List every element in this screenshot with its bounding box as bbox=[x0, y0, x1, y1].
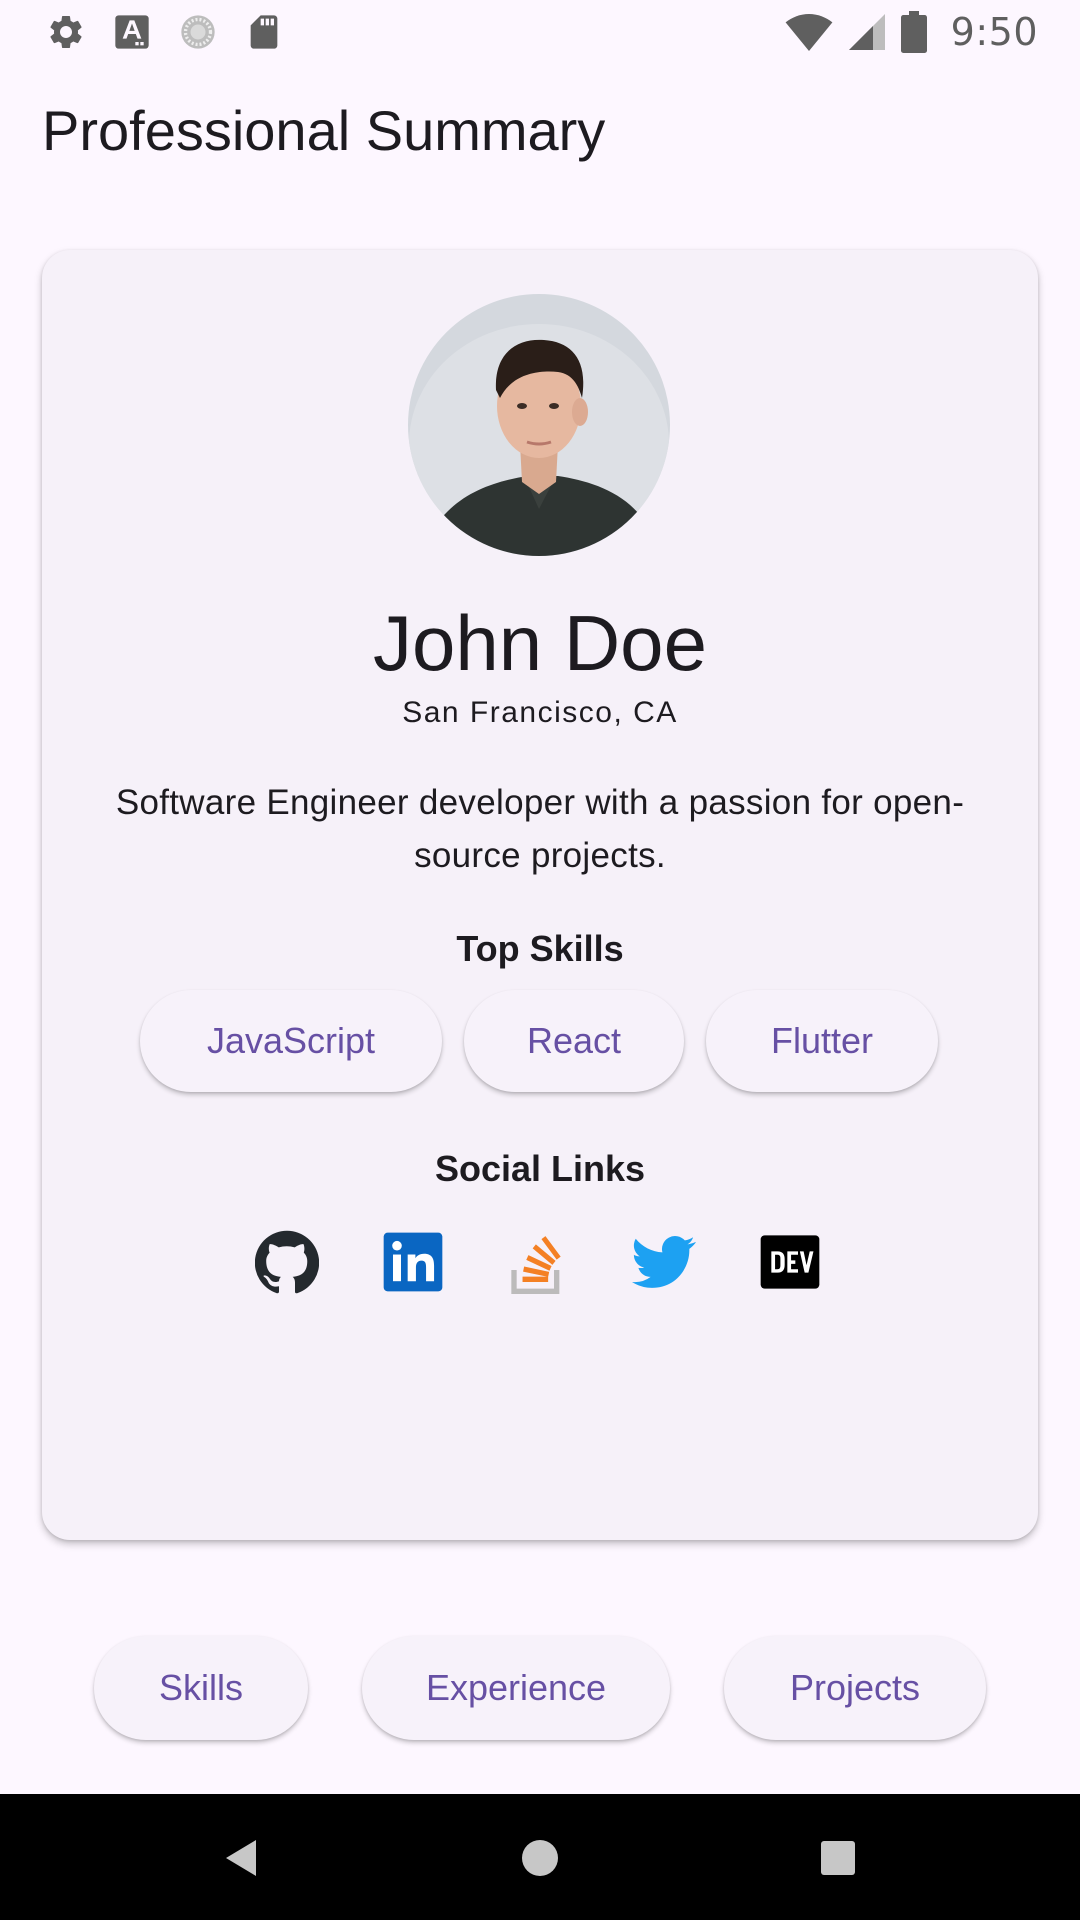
home-circle-icon[interactable] bbox=[508, 1826, 572, 1890]
settings-icon bbox=[50, 15, 82, 48]
profile-bio: Software Engineer developer with a passi… bbox=[115, 783, 965, 875]
status-right-icons: 9:50 bbox=[785, 10, 1038, 54]
linkedin-icon[interactable] bbox=[381, 1230, 445, 1294]
status-bar: 9:50 bbox=[0, 0, 1080, 64]
skill-chip-javascript[interactable]: JavaScript bbox=[140, 990, 442, 1092]
profile-name: John Doe bbox=[373, 599, 707, 687]
devto-icon[interactable] bbox=[758, 1230, 822, 1294]
wifi-icon bbox=[785, 14, 833, 51]
battery-icon bbox=[900, 11, 927, 53]
twitter-icon[interactable] bbox=[632, 1230, 696, 1294]
font-a-icon bbox=[115, 15, 149, 49]
status-clock: 9:50 bbox=[950, 10, 1038, 54]
profile-location: San Francisco, CA bbox=[402, 696, 678, 729]
experience-button[interactable]: Experience bbox=[362, 1636, 670, 1740]
social-links-heading: Social Links bbox=[434, 1148, 646, 1189]
cellular-signal-icon bbox=[848, 14, 885, 50]
top-skills-heading: Top Skills bbox=[456, 928, 624, 969]
skill-chip-react[interactable]: React bbox=[464, 990, 684, 1092]
skill-chip-flutter[interactable]: Flutter bbox=[706, 990, 938, 1092]
profile-card: John Doe San Francisco, CA Software Engi… bbox=[42, 250, 1038, 1540]
recents-square-icon[interactable] bbox=[806, 1826, 870, 1890]
stackoverflow-icon[interactable] bbox=[506, 1230, 570, 1294]
back-triangle-icon[interactable] bbox=[210, 1826, 274, 1890]
projects-button[interactable]: Projects bbox=[724, 1636, 986, 1740]
sync-circle-icon bbox=[181, 15, 215, 49]
page-title: Professional Summary bbox=[42, 99, 606, 162]
navigation-bar bbox=[0, 1794, 1080, 1920]
sd-card-icon bbox=[250, 15, 278, 49]
github-icon[interactable] bbox=[255, 1230, 319, 1294]
skills-button[interactable]: Skills bbox=[94, 1636, 308, 1740]
status-left-icons bbox=[46, 12, 284, 52]
profile-avatar bbox=[408, 294, 670, 556]
